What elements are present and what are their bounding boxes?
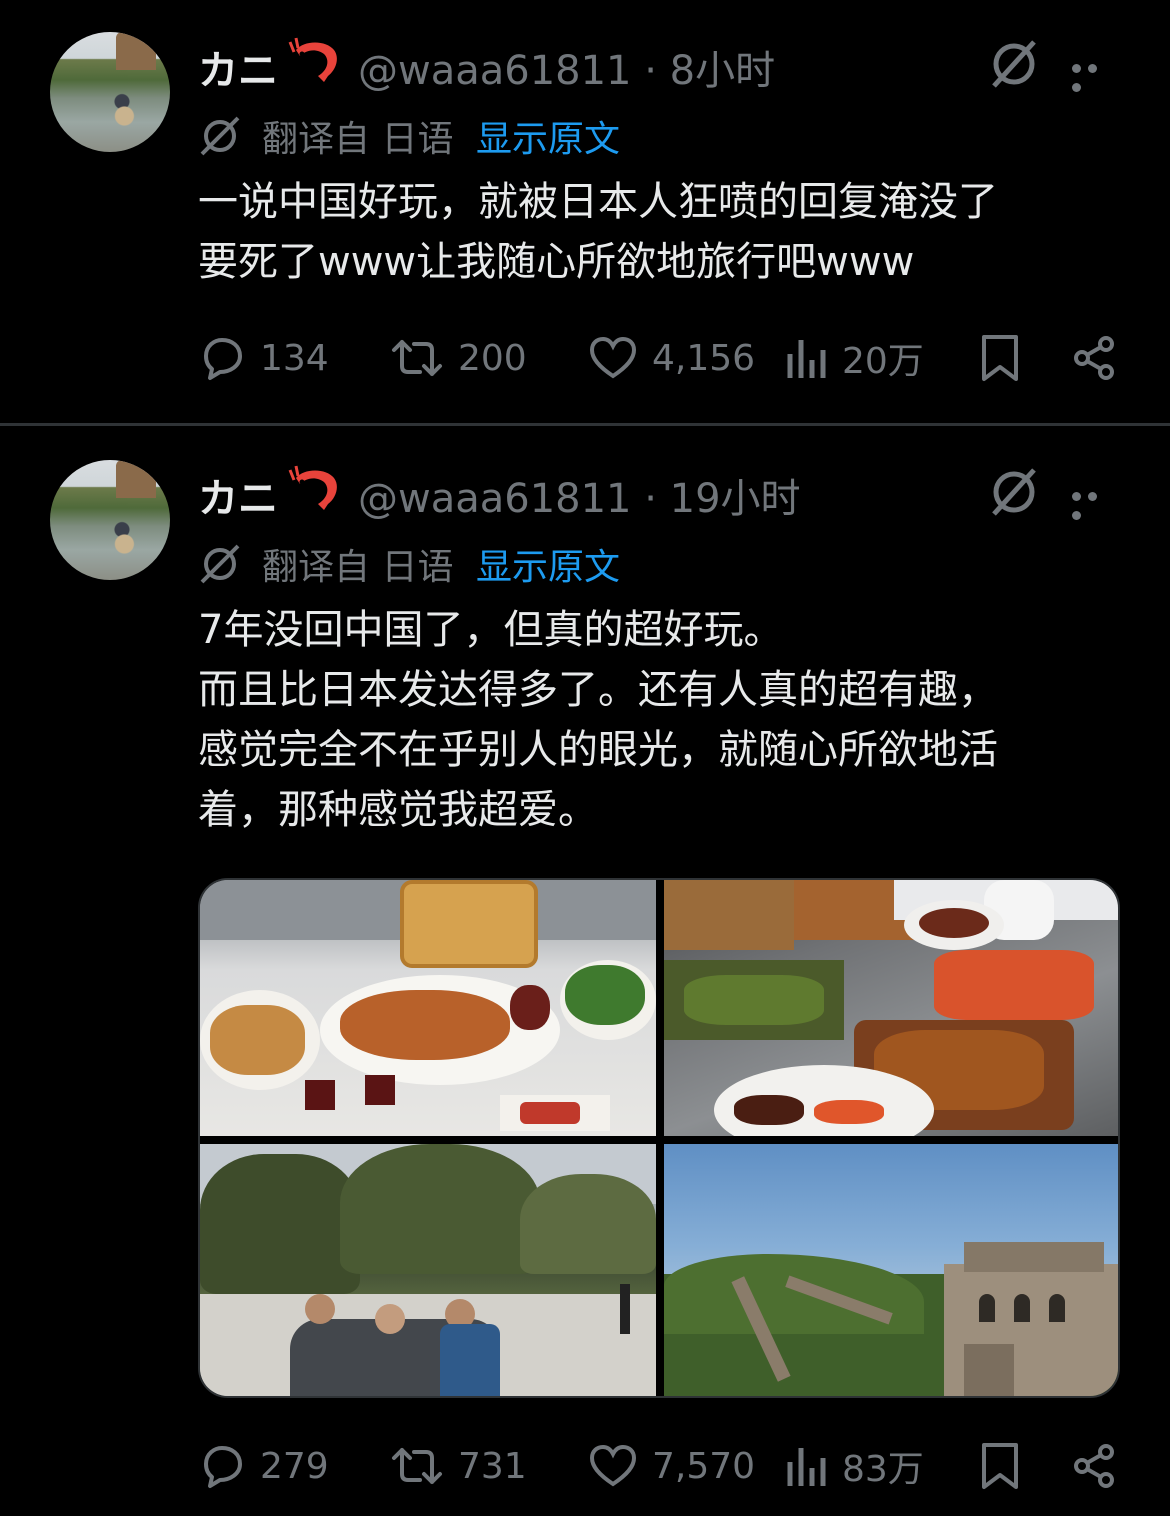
share-button[interactable]: [1072, 328, 1132, 388]
tweet-text: 7年没回中国了，但真的超好玩。 而且比日本发达得多了。还有人真的超有趣， 感觉完…: [198, 600, 1098, 840]
reply-icon: [204, 1446, 242, 1488]
tweet-text-line: 着，那种感觉我超爱。: [198, 787, 598, 833]
great-wall-photo[interactable]: [664, 1144, 1118, 1396]
action-bar: 134 200 4,156 20万: [198, 328, 1120, 388]
reply-count: 134: [260, 337, 329, 379]
repost-button[interactable]: 200: [390, 328, 527, 388]
more-options-icon[interactable]: [1072, 486, 1118, 520]
translation-row: 翻译自 日语 显示原文: [198, 538, 698, 588]
translated-from-label: 翻译自 日语: [262, 119, 454, 160]
shrimp-emoji-icon: [288, 37, 337, 82]
reply-button[interactable]: 134: [198, 328, 329, 388]
like-button[interactable]: 4,156: [588, 328, 755, 388]
repost-count: 200: [458, 337, 527, 379]
views-button[interactable]: 83万: [786, 1436, 924, 1496]
tweet-text-line: 7年没回中国了，但真的超好玩。: [198, 607, 784, 653]
action-bar: 279 731 7,570 83万: [198, 1436, 1120, 1516]
bookmark-button[interactable]: [980, 328, 1034, 388]
translated-from-label: 翻译自 日语: [262, 547, 454, 588]
view-count: 20万: [842, 341, 924, 382]
grok-translate-icon: [200, 116, 240, 156]
grok-icon[interactable]: [988, 466, 1040, 518]
share-icon: [1074, 1444, 1114, 1488]
show-original-link[interactable]: 显示原文: [476, 110, 620, 162]
repost-icon: [392, 1448, 442, 1484]
share-button[interactable]: [1072, 1436, 1120, 1496]
reply-button[interactable]: 279: [198, 1436, 329, 1496]
views-button[interactable]: 20万: [786, 328, 924, 388]
street-card-game-photo[interactable]: [200, 1144, 656, 1396]
avatar[interactable]: [50, 32, 170, 152]
translation-row: 翻译自 日语 显示原文: [198, 110, 698, 160]
tweet-text-line: 而且比日本发达得多了。还有人真的超有趣，: [198, 667, 998, 713]
buffet-dishes-photo[interactable]: [664, 880, 1118, 1136]
author-name[interactable]: カニ: [198, 466, 278, 524]
media-grid[interactable]: [198, 878, 1120, 1398]
bookmark-icon: [982, 1443, 1018, 1489]
grok-icon[interactable]: [988, 38, 1040, 90]
tweet-1[interactable]: カニ @waaa61811 · 8小时 翻译自 日语 显示原文 一说中国好玩，就…: [0, 0, 1170, 423]
views-chart-icon: [787, 1448, 826, 1486]
grok-translate-icon: [200, 544, 240, 584]
more-options-icon[interactable]: [1072, 58, 1118, 92]
view-count: 83万: [842, 1449, 924, 1490]
bookmark-button[interactable]: [980, 1436, 1034, 1496]
bookmark-icon: [982, 335, 1018, 381]
heart-icon: [589, 1444, 637, 1487]
repost-count: 731: [458, 1445, 527, 1487]
shrimp-emoji-icon: [288, 465, 337, 510]
share-icon: [1074, 336, 1114, 380]
avatar[interactable]: [50, 460, 170, 580]
repost-icon: [392, 340, 442, 376]
reply-count: 279: [260, 1445, 329, 1487]
like-count: 7,570: [652, 1445, 756, 1487]
tweet-text-line: 要死了www让我随心所欲地旅行吧www: [198, 239, 915, 285]
handle-time[interactable]: @waaa61811 · 19小时: [358, 466, 801, 524]
show-original-link[interactable]: 显示原文: [476, 538, 620, 590]
like-button[interactable]: 7,570: [588, 1436, 755, 1496]
tweet-text-line: 一说中国好玩，就被日本人狂喷的回复淹没了: [198, 179, 998, 225]
repost-button[interactable]: 731: [390, 1436, 527, 1496]
heart-icon: [589, 336, 637, 379]
reply-icon: [204, 338, 242, 380]
handle-time[interactable]: @waaa61811 · 8小时: [358, 38, 775, 96]
views-chart-icon: [787, 340, 826, 378]
author-name[interactable]: カニ: [198, 38, 278, 96]
roast-goose-meal-photo[interactable]: [200, 880, 656, 1136]
tweet-text-line: 感觉完全不在乎别人的眼光，就随心所欲地活: [198, 727, 998, 773]
like-count: 4,156: [652, 337, 756, 379]
tweet-text: 一说中国好玩，就被日本人狂喷的回复淹没了 要死了www让我随心所欲地旅行吧www: [198, 172, 1098, 292]
